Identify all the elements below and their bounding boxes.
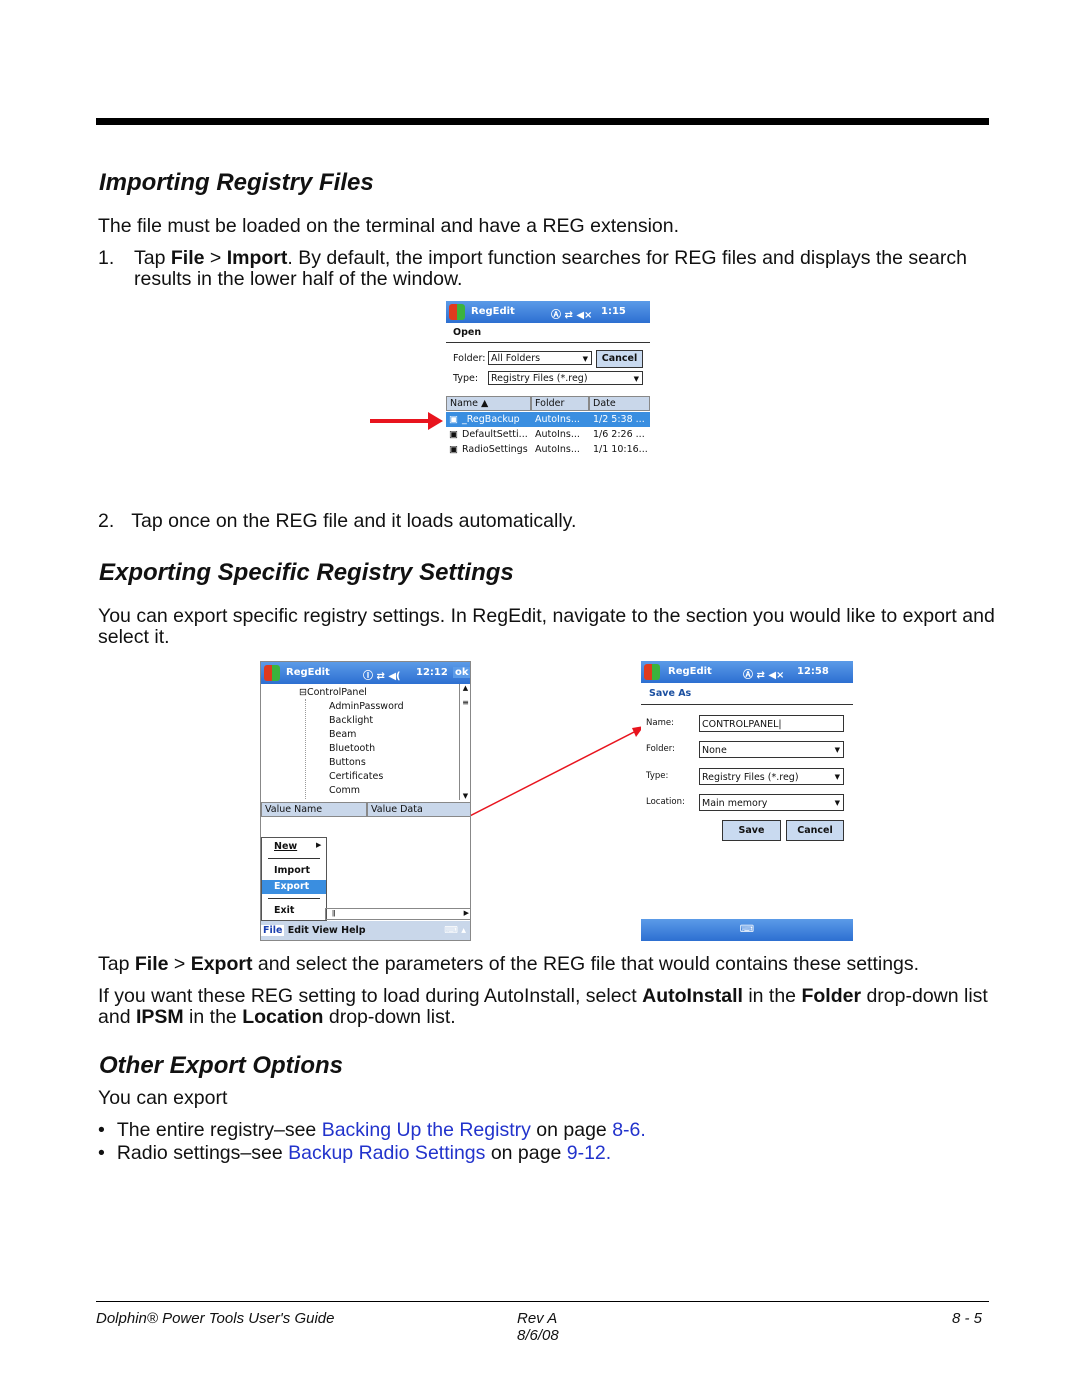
type-dropdown[interactable]: Registry Files (*.reg) ▼	[699, 768, 844, 785]
tree-node[interactable]: Comm	[329, 783, 360, 798]
footer-date: 8/6/08	[517, 1327, 559, 1344]
tree-node[interactable]: Buttons	[329, 755, 366, 770]
link-backing-up-registry[interactable]: Backing Up the Registry	[322, 1119, 531, 1141]
tree-node[interactable]: Backlight	[329, 713, 373, 728]
autoinstall-note: If you want these REG setting to load du…	[98, 985, 988, 1028]
location-dropdown[interactable]: Main memory ▼	[699, 794, 844, 811]
keyboard-icon[interactable]: ⌨ ▴	[444, 921, 466, 940]
cancel-button[interactable]: Cancel	[786, 820, 844, 841]
windows-logo-icon	[264, 665, 280, 681]
menu-item-new[interactable]: New	[274, 841, 297, 852]
tap-export-instruction: Tap File > Export and select the paramet…	[98, 953, 920, 975]
section-title-other: Other Export Options	[99, 1052, 344, 1079]
menu-view[interactable]: View	[312, 925, 338, 936]
bullet-item: • Radio settings–see Backup Radio Setting…	[98, 1142, 612, 1164]
document-page: Importing Registry Files The file must b…	[0, 0, 1080, 1397]
menu-item-exit[interactable]: Exit	[274, 905, 294, 916]
file-menu: New ▶ Import Export Exit	[261, 837, 327, 921]
folder-dropdown[interactable]: None ▼	[699, 741, 844, 758]
link-page-9-12[interactable]: 9-12.	[567, 1142, 611, 1164]
save-button[interactable]: Save	[722, 820, 781, 841]
name-label: Name:	[646, 718, 674, 728]
ok-button[interactable]: ok	[453, 667, 470, 678]
dialog-heading: Save As	[649, 688, 692, 699]
windows-logo-icon	[644, 664, 660, 680]
tree-node[interactable]: AdminPassword	[329, 699, 404, 714]
tree-node[interactable]: Beam	[329, 727, 356, 742]
menu-item-export[interactable]: Export	[262, 880, 326, 894]
location-label: Location:	[646, 797, 685, 807]
column-value-data[interactable]: Value Data	[367, 802, 470, 817]
menu-file[interactable]: File	[261, 925, 285, 936]
regedit-tree-screenshot: RegEdit Ⓘ ⇄ ◀(12:12 ok ⊟ControlPanel Admin…	[260, 661, 471, 941]
step-2: 2. Tap once on the REG file and it loads …	[98, 510, 577, 532]
link-backup-radio-settings[interactable]: Backup Radio Settings	[288, 1142, 485, 1164]
footer-rev: Rev A	[517, 1310, 558, 1327]
menu-bar: File Edit View Help ⌨ ▴	[261, 921, 470, 940]
status-icons: Ⓘ ⇄ ◀(	[363, 671, 401, 682]
name-input[interactable]: CONTROLPANEL|	[699, 715, 844, 732]
section-title-export: Exporting Specific Registry Settings	[99, 559, 514, 586]
status-icons: Ⓐ ⇄ ◀×	[743, 670, 785, 681]
type-label: Type:	[646, 771, 669, 781]
link-page-8-6[interactable]: 8-6.	[612, 1119, 646, 1141]
footer-rule	[96, 1301, 989, 1302]
menu-edit[interactable]: Edit	[288, 925, 309, 936]
tree-node[interactable]: Certificates	[329, 769, 383, 784]
menu-item-import[interactable]: Import	[274, 865, 310, 876]
page-number: 8 - 5	[952, 1310, 983, 1327]
export-intro: You can export specific registry setting…	[98, 605, 995, 648]
save-as-screenshot: RegEdit Ⓐ ⇄ ◀× 12:58 Save As Name: CONTROL…	[641, 661, 853, 941]
column-value-name[interactable]: Value Name	[261, 802, 367, 817]
vertical-scrollbar[interactable]: ▲ ≡ ▼	[459, 684, 470, 800]
callout-arrows	[324, 412, 644, 891]
keyboard-icon[interactable]: ⌨	[641, 919, 853, 941]
footer-title: Dolphin® Power Tools User's Guide	[96, 1310, 335, 1327]
tree-node[interactable]: Bluetooth	[329, 741, 375, 756]
tree-node-root[interactable]: ⊟ControlPanel	[299, 685, 367, 700]
arrow-head	[428, 412, 443, 430]
other-intro: You can export	[98, 1087, 228, 1109]
folder-label: Folder:	[646, 744, 675, 754]
bullet-item: • The entire registry–see Backing Up the …	[98, 1119, 646, 1141]
horizontal-scrollbar[interactable]: ǁ ▶	[325, 908, 470, 920]
menu-help[interactable]: Help	[341, 925, 365, 936]
